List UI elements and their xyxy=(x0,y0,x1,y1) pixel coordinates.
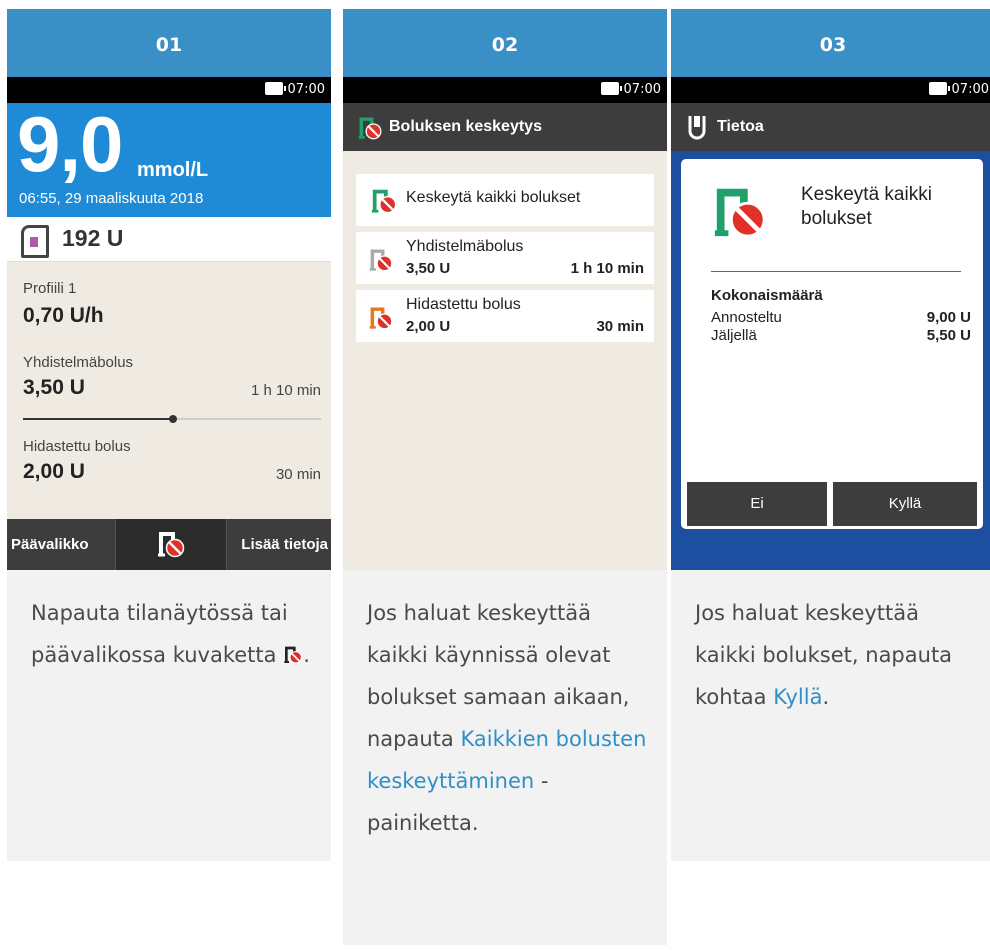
no-button[interactable]: Ei xyxy=(687,482,827,526)
battery-icon xyxy=(928,82,950,95)
basal-rate: 0,70 U/h xyxy=(23,304,104,327)
delivered-value: 9,00 U xyxy=(926,309,971,326)
bolus1-duration: 1 h 10 min xyxy=(250,382,321,399)
cancel-bolus-icon xyxy=(156,528,186,558)
step-3-column: 03 07:00 Tietoa Keskeytä kaikki bolukset… xyxy=(671,9,990,861)
confirm-dialog: Keskeytä kaikki bolukset Kokonaismäärä A… xyxy=(681,159,983,529)
step-1-column: 01 07:00 9,0 mmol/L 06:55, 29 maaliskuut… xyxy=(7,9,331,861)
step-3-caption: Jos haluat keskeyttää kaikki bolukset, n… xyxy=(671,570,990,861)
status-bar: 07:00 xyxy=(671,77,990,103)
combo-bolus-stop-icon xyxy=(368,246,394,272)
battery-icon xyxy=(600,82,622,95)
extended-bolus-stop-icon xyxy=(368,304,394,330)
cancel-bolus-screen: 07:00 Boluksen keskeytys Keskeytä kaikki… xyxy=(343,77,667,570)
status-time: 07:00 xyxy=(287,82,325,97)
step-2-caption: Jos haluat keskeyttää kaikki käynnissä o… xyxy=(343,570,667,945)
bolus-amount: 2,00 U xyxy=(406,318,451,335)
bottom-nav: Päävalikko Lisää tietoja xyxy=(7,519,331,570)
remaining-label: Jäljellä xyxy=(711,327,757,344)
stop-all-boluses-button[interactable]: Keskeytä kaikki bolukset xyxy=(356,174,654,226)
bolus2-label: Hidastettu bolus xyxy=(23,438,131,455)
step-number: 01 xyxy=(7,9,331,77)
status-details: Profiili 1 0,70 U/h Yhdistelmäbolus 3,50… xyxy=(7,262,331,506)
bolus2-amount: 2,00 U xyxy=(23,460,85,483)
more-info-button[interactable]: Lisää tietoja xyxy=(223,519,331,570)
main-menu-button[interactable]: Päävalikko xyxy=(7,519,119,570)
screen-title-bar: Tietoa xyxy=(671,103,990,151)
info-device-icon xyxy=(688,116,706,140)
bolus1-amount: 3,50 U xyxy=(23,376,85,399)
bolus1-label: Yhdistelmäbolus xyxy=(23,354,134,371)
step-1-caption: Napauta tilanäytössä tai päävalikossa ku… xyxy=(7,570,331,861)
status-time: 07:00 xyxy=(623,82,661,97)
glucose-panel: 9,0 mmol/L 06:55, 29 maaliskuuta 2018 xyxy=(7,100,331,217)
profile-label: Profiili 1 xyxy=(23,280,77,297)
screen-title: Tietoa xyxy=(717,118,764,135)
bolus-name: Yhdistelmäbolus xyxy=(406,238,524,255)
dialog-frame: Keskeytä kaikki bolukset Kokonaismäärä A… xyxy=(671,151,990,534)
bolus-amount: 3,50 U xyxy=(406,260,451,277)
remaining-value: 5,50 U xyxy=(926,327,971,344)
glucose-timestamp: 06:55, 29 maaliskuuta 2018 xyxy=(19,190,204,207)
bolus2-duration: 30 min xyxy=(275,466,321,483)
cancel-bolus-icon xyxy=(357,114,383,140)
caption-text: Napauta tilanäytössä tai päävalikossa ku… xyxy=(31,601,288,667)
step-2-column: 02 07:00 Boluksen keskeytys Keskeytä kai… xyxy=(343,9,667,945)
bolus-duration: 1 h 10 min xyxy=(570,260,644,277)
bolus-progress-bar xyxy=(23,415,321,423)
caption-link[interactable]: Kyllä xyxy=(773,685,822,709)
delivered-label: Annosteltu xyxy=(711,309,782,326)
caption-end: . xyxy=(303,643,310,667)
screen-title-bar: Boluksen keskeytys xyxy=(343,103,667,151)
step-number: 02 xyxy=(343,9,667,77)
screen-title: Boluksen keskeytys xyxy=(389,118,542,135)
dialog-title: Keskeytä kaikki bolukset xyxy=(801,184,932,229)
glucose-unit: mmol/L xyxy=(137,159,209,181)
status-time: 07:00 xyxy=(951,82,989,97)
battery-icon xyxy=(264,82,286,95)
caption-end: . xyxy=(822,685,830,709)
total-heading: Kokonaismäärä xyxy=(711,287,823,304)
yes-button[interactable]: Kyllä xyxy=(833,482,977,526)
stop-all-icon xyxy=(370,186,398,214)
pump-status-screen: 07:00 9,0 mmol/L 06:55, 29 maaliskuuta 2… xyxy=(7,77,331,570)
status-bar: 07:00 xyxy=(343,77,667,103)
reservoir-row: 192 U xyxy=(7,217,331,262)
confirm-screen: 07:00 Tietoa Keskeytä kaikki bolukset Ko… xyxy=(671,77,990,570)
reservoir-amount: 192 U xyxy=(62,225,124,251)
cartridge-icon xyxy=(21,225,49,258)
stop-all-icon xyxy=(711,181,769,239)
stop-all-label: Keskeytä kaikki bolukset xyxy=(406,189,581,206)
cancel-bolus-button[interactable] xyxy=(115,519,227,570)
cancel-bolus-icon xyxy=(283,644,303,664)
step-number: 03 xyxy=(671,9,990,77)
divider xyxy=(711,271,961,272)
bolus-list-item[interactable]: Yhdistelmäbolus 3,50 U 1 h 10 min xyxy=(356,232,654,284)
bolus-list-item[interactable]: Hidastettu bolus 2,00 U 30 min xyxy=(356,290,654,342)
bolus-duration: 30 min xyxy=(596,318,644,335)
bolus-name: Hidastettu bolus xyxy=(406,296,521,313)
glucose-value: 9,0 xyxy=(17,100,123,188)
